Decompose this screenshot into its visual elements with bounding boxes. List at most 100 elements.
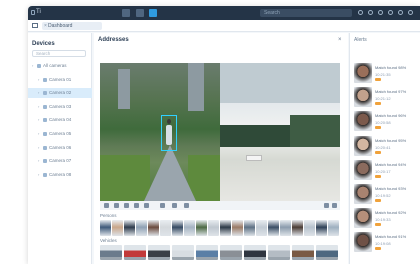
- sidebar-item[interactable]: › Camera 01: [28, 75, 92, 85]
- person-thumbnail[interactable]: [316, 220, 327, 236]
- sidebar-search-input[interactable]: Search: [32, 50, 86, 57]
- alert-item[interactable]: Match found 98% 10:21:35: [354, 63, 420, 83]
- vehicle-thumbnail[interactable]: [268, 245, 290, 260]
- person-thumbnail[interactable]: [100, 220, 111, 236]
- rewind-icon[interactable]: [134, 203, 139, 208]
- sidebar-item-label: Camera 02: [49, 90, 72, 96]
- play-icon[interactable]: [104, 203, 109, 208]
- record-icon[interactable]: [172, 203, 177, 208]
- help-icon[interactable]: [378, 10, 383, 15]
- vehicle-thumbnail[interactable]: [292, 245, 314, 260]
- tab-close-icon[interactable]: ×: [44, 23, 47, 29]
- close-icon[interactable]: ×: [338, 37, 342, 43]
- chevron-right-icon[interactable]: ›: [38, 170, 39, 180]
- vehicle-thumbnail[interactable]: [244, 245, 266, 260]
- more-icon[interactable]: [332, 203, 337, 208]
- face-thumbnail: [354, 184, 372, 204]
- person-thumbnail[interactable]: [280, 220, 291, 236]
- person-thumbnail[interactable]: [184, 220, 195, 236]
- alert-badge: [375, 102, 381, 106]
- sidebar-item[interactable]: › All cameras: [28, 61, 92, 71]
- chevron-right-icon[interactable]: ›: [38, 143, 39, 153]
- home-icon[interactable]: [32, 23, 38, 28]
- layout-single-button[interactable]: [136, 9, 144, 17]
- alert-title: Match found 93%: [375, 186, 407, 191]
- alert-badge: [375, 247, 381, 251]
- person-thumbnail[interactable]: [268, 220, 279, 236]
- sidebar-item[interactable]: › Camera 03: [28, 102, 92, 112]
- vehicle-thumbnail[interactable]: [316, 245, 338, 260]
- vehicle-thumbnail[interactable]: [100, 245, 122, 260]
- sidebar-item[interactable]: › Camera 07: [28, 156, 92, 166]
- sidebar-item[interactable]: › Camera 02: [28, 88, 92, 99]
- minimize-icon[interactable]: [398, 10, 403, 15]
- camera-icon: [43, 159, 47, 164]
- user-icon[interactable]: [388, 10, 393, 15]
- person-thumbnail[interactable]: [160, 220, 171, 236]
- person-thumbnail[interactable]: [112, 220, 123, 236]
- person-thumbnail[interactable]: [196, 220, 207, 236]
- tab-dashboard[interactable]: × Dashboard: [42, 22, 102, 30]
- pause-icon[interactable]: [114, 203, 119, 208]
- camera-icon: [43, 145, 47, 150]
- vehicle-thumbnail[interactable]: [148, 245, 170, 260]
- zoom-icon[interactable]: [184, 203, 189, 208]
- global-search-input[interactable]: Search: [260, 9, 352, 17]
- alert-item[interactable]: Match found 93% 10:19:52: [354, 184, 420, 204]
- chevron-right-icon[interactable]: ›: [38, 115, 39, 125]
- vehicle-thumbnail[interactable]: [172, 245, 194, 260]
- chevron-right-icon[interactable]: ›: [32, 61, 33, 71]
- app-logo-icon: [31, 10, 35, 15]
- sidebar-item-label: Camera 07: [49, 158, 72, 164]
- person-thumbnail[interactable]: [172, 220, 183, 236]
- person-thumbnail[interactable]: [136, 220, 147, 236]
- chevron-right-icon[interactable]: ›: [38, 129, 39, 139]
- alert-item[interactable]: Match found 92% 10:19:33: [354, 208, 420, 229]
- person-thumbnail[interactable]: [220, 220, 231, 236]
- chevron-right-icon[interactable]: ›: [38, 88, 39, 98]
- alert-time: 10:20:58: [375, 120, 391, 126]
- person-thumbnail[interactable]: [124, 220, 135, 236]
- person-thumbnail[interactable]: [256, 220, 267, 236]
- chevron-right-icon[interactable]: ›: [38, 102, 39, 112]
- chevron-right-icon[interactable]: ›: [38, 156, 39, 166]
- alert-time: 10:19:52: [375, 193, 391, 198]
- person-thumbnail[interactable]: [208, 220, 219, 236]
- stop-icon[interactable]: [124, 203, 129, 208]
- snapshot-icon[interactable]: [160, 203, 165, 208]
- app-title: Ti: [36, 9, 41, 15]
- walkway-shape: [144, 145, 196, 201]
- layout-active-button[interactable]: [149, 9, 157, 17]
- alert-item[interactable]: Match found 91% 10:19:08: [354, 232, 420, 253]
- face-thumbnail: [354, 232, 372, 253]
- sidebar-item[interactable]: › Camera 05: [28, 129, 92, 139]
- vehicle-thumbnail[interactable]: [196, 245, 218, 260]
- vehicle-thumbnail[interactable]: [220, 245, 242, 260]
- sidebar-item[interactable]: › Camera 04: [28, 115, 92, 125]
- person-thumbnail[interactable]: [304, 220, 315, 236]
- person-thumbnail[interactable]: [292, 220, 303, 236]
- notification-icon[interactable]: [358, 10, 363, 15]
- detection-box[interactable]: [161, 115, 177, 151]
- person-thumbnail[interactable]: [232, 220, 243, 236]
- alerts-panel: Alerts Match found 98% 10:21:35 Match foun…: [349, 33, 420, 264]
- alert-item[interactable]: Match found 97% 10:21:12: [354, 87, 420, 108]
- layout-grid-button[interactable]: [122, 9, 130, 17]
- fullscreen-icon[interactable]: [324, 203, 329, 208]
- vehicle-thumbnail[interactable]: [124, 245, 146, 260]
- forward-icon[interactable]: [144, 203, 149, 208]
- close-window-icon[interactable]: [408, 10, 413, 15]
- person-thumbnail[interactable]: [148, 220, 159, 236]
- alert-title: Match found 94%: [375, 161, 407, 167]
- app-window: Ti Search × Dashboard Devices Search › Al…: [28, 6, 420, 264]
- video-player[interactable]: [100, 63, 340, 201]
- person-thumbnail[interactable]: [328, 220, 339, 236]
- sidebar-item[interactable]: › Camera 06: [28, 143, 92, 153]
- sidebar-item[interactable]: › Camera 08: [28, 170, 92, 180]
- alert-item[interactable]: Match found 94% 10:20:17: [354, 159, 420, 180]
- alert-item[interactable]: Match found 96% 10:20:58: [354, 111, 420, 132]
- person-thumbnail[interactable]: [244, 220, 255, 236]
- chevron-right-icon[interactable]: ›: [38, 75, 39, 85]
- settings-icon[interactable]: [368, 10, 373, 15]
- alert-item[interactable]: Match found 95% 10:20:41: [354, 135, 420, 156]
